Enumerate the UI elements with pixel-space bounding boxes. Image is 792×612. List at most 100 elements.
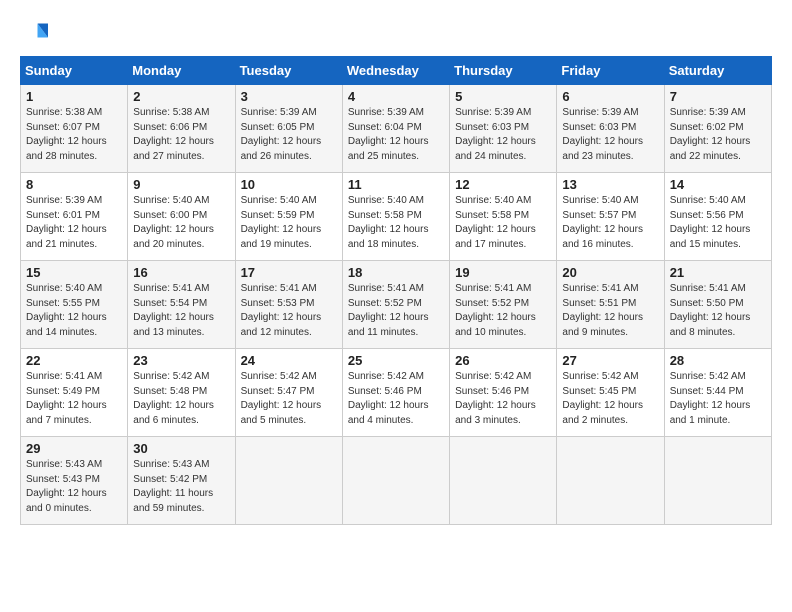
col-monday: Monday	[128, 57, 235, 85]
table-row: 9 Sunrise: 5:40 AM Sunset: 6:00 PM Daylig…	[128, 173, 235, 261]
cell-content: Sunrise: 5:42 AM Sunset: 5:45 PM Dayligh…	[562, 370, 658, 428]
table-row	[664, 437, 771, 525]
table-row	[235, 437, 342, 525]
cell-content: Sunrise: 5:40 AM Sunset: 5:58 PM Dayligh…	[348, 194, 444, 252]
day-number: 10	[241, 177, 337, 192]
cell-content: Sunrise: 5:42 AM Sunset: 5:47 PM Dayligh…	[241, 370, 337, 428]
table-row: 20Sunrise: 5:41 AM Sunset: 5:51 PM Dayli…	[557, 261, 664, 349]
table-row	[450, 437, 557, 525]
table-row: 27Sunrise: 5:42 AM Sunset: 5:45 PM Dayli…	[557, 349, 664, 437]
cell-content: Sunrise: 5:42 AM Sunset: 5:44 PM Dayligh…	[670, 370, 766, 428]
day-number: 24	[241, 353, 337, 368]
table-row: 12Sunrise: 5:40 AM Sunset: 5:58 PM Dayli…	[450, 173, 557, 261]
cell-content: Sunrise: 5:41 AM Sunset: 5:53 PM Dayligh…	[241, 282, 337, 340]
cell-content: Sunrise: 5:40 AM Sunset: 5:57 PM Dayligh…	[562, 194, 658, 252]
table-row: 21 Sunrise: 5:41 AM Sunset: 5:50 PM Dayli…	[664, 261, 771, 349]
col-thursday: Thursday	[450, 57, 557, 85]
day-number: 22	[26, 353, 122, 368]
table-row: 4Sunrise: 5:39 AM Sunset: 6:04 PM Daylig…	[342, 85, 449, 173]
table-row	[557, 437, 664, 525]
calendar-table: Sunday Monday Tuesday Wednesday Thursday…	[20, 56, 772, 525]
table-row: 11 Sunrise: 5:40 AM Sunset: 5:58 PM Dayli…	[342, 173, 449, 261]
cell-content: Sunrise: 5:43 AM Sunset: 5:43 PM Dayligh…	[26, 458, 122, 516]
table-row: 22 Sunrise: 5:41 AM Sunset: 5:49 PM Dayli…	[21, 349, 128, 437]
calendar-week-row: 29 Sunrise: 5:43 AM Sunset: 5:43 PM Dayli…	[21, 437, 772, 525]
cell-content: Sunrise: 5:39 AM Sunset: 6:05 PM Dayligh…	[241, 106, 337, 164]
day-number: 15	[26, 265, 122, 280]
day-number: 12	[455, 177, 551, 192]
table-row: 29 Sunrise: 5:43 AM Sunset: 5:43 PM Dayli…	[21, 437, 128, 525]
cell-content: Sunrise: 5:43 AM Sunset: 5:42 PM Dayligh…	[133, 458, 229, 516]
day-number: 1	[26, 89, 122, 104]
cell-content: Sunrise: 5:41 AM Sunset: 5:49 PM Dayligh…	[26, 370, 122, 428]
cell-content: Sunrise: 5:41 AM Sunset: 5:52 PM Dayligh…	[348, 282, 444, 340]
cell-content: Sunrise: 5:42 AM Sunset: 5:46 PM Dayligh…	[455, 370, 551, 428]
day-number: 19	[455, 265, 551, 280]
col-sunday: Sunday	[21, 57, 128, 85]
cell-content: Sunrise: 5:40 AM Sunset: 5:59 PM Dayligh…	[241, 194, 337, 252]
day-number: 16	[133, 265, 229, 280]
table-row: 17Sunrise: 5:41 AM Sunset: 5:53 PM Dayli…	[235, 261, 342, 349]
cell-content: Sunrise: 5:42 AM Sunset: 5:46 PM Dayligh…	[348, 370, 444, 428]
table-row: 6 Sunrise: 5:39 AM Sunset: 6:03 PM Daylig…	[557, 85, 664, 173]
day-number: 6	[562, 89, 658, 104]
day-number: 18	[348, 265, 444, 280]
cell-content: Sunrise: 5:41 AM Sunset: 5:52 PM Dayligh…	[455, 282, 551, 340]
table-row	[342, 437, 449, 525]
table-row: 8 Sunrise: 5:39 AM Sunset: 6:01 PM Daylig…	[21, 173, 128, 261]
table-row: 26 Sunrise: 5:42 AM Sunset: 5:46 PM Dayli…	[450, 349, 557, 437]
table-row: 1 Sunrise: 5:38 AM Sunset: 6:07 PM Daylig…	[21, 85, 128, 173]
day-number: 11	[348, 177, 444, 192]
calendar-header-row: Sunday Monday Tuesday Wednesday Thursday…	[21, 57, 772, 85]
day-number: 2	[133, 89, 229, 104]
table-row: 13 Sunrise: 5:40 AM Sunset: 5:57 PM Dayli…	[557, 173, 664, 261]
day-number: 23	[133, 353, 229, 368]
day-number: 8	[26, 177, 122, 192]
table-row: 3 Sunrise: 5:39 AM Sunset: 6:05 PM Daylig…	[235, 85, 342, 173]
cell-content: Sunrise: 5:38 AM Sunset: 6:07 PM Dayligh…	[26, 106, 122, 164]
cell-content: Sunrise: 5:40 AM Sunset: 6:00 PM Dayligh…	[133, 194, 229, 252]
table-row: 7 Sunrise: 5:39 AM Sunset: 6:02 PM Daylig…	[664, 85, 771, 173]
cell-content: Sunrise: 5:41 AM Sunset: 5:50 PM Dayligh…	[670, 282, 766, 340]
calendar-week-row: 1 Sunrise: 5:38 AM Sunset: 6:07 PM Daylig…	[21, 85, 772, 173]
page-header	[20, 20, 772, 48]
cell-content: Sunrise: 5:39 AM Sunset: 6:03 PM Dayligh…	[455, 106, 551, 164]
col-friday: Friday	[557, 57, 664, 85]
day-number: 28	[670, 353, 766, 368]
day-number: 3	[241, 89, 337, 104]
logo	[20, 20, 52, 48]
day-number: 30	[133, 441, 229, 456]
day-number: 21	[670, 265, 766, 280]
table-row: 30 Sunrise: 5:43 AM Sunset: 5:42 PM Dayli…	[128, 437, 235, 525]
day-number: 20	[562, 265, 658, 280]
day-number: 7	[670, 89, 766, 104]
day-number: 5	[455, 89, 551, 104]
table-row: 14Sunrise: 5:40 AM Sunset: 5:56 PM Dayli…	[664, 173, 771, 261]
logo-icon	[20, 20, 48, 48]
cell-content: Sunrise: 5:39 AM Sunset: 6:03 PM Dayligh…	[562, 106, 658, 164]
table-row: 28 Sunrise: 5:42 AM Sunset: 5:44 PM Dayli…	[664, 349, 771, 437]
table-row: 15 Sunrise: 5:40 AM Sunset: 5:55 PM Dayli…	[21, 261, 128, 349]
day-number: 14	[670, 177, 766, 192]
col-tuesday: Tuesday	[235, 57, 342, 85]
day-number: 29	[26, 441, 122, 456]
day-number: 4	[348, 89, 444, 104]
calendar-week-row: 22 Sunrise: 5:41 AM Sunset: 5:49 PM Dayli…	[21, 349, 772, 437]
table-row: 10 Sunrise: 5:40 AM Sunset: 5:59 PM Dayli…	[235, 173, 342, 261]
cell-content: Sunrise: 5:38 AM Sunset: 6:06 PM Dayligh…	[133, 106, 229, 164]
table-row: 5 Sunrise: 5:39 AM Sunset: 6:03 PM Daylig…	[450, 85, 557, 173]
cell-content: Sunrise: 5:40 AM Sunset: 5:55 PM Dayligh…	[26, 282, 122, 340]
cell-content: Sunrise: 5:41 AM Sunset: 5:54 PM Dayligh…	[133, 282, 229, 340]
cell-content: Sunrise: 5:39 AM Sunset: 6:01 PM Dayligh…	[26, 194, 122, 252]
col-saturday: Saturday	[664, 57, 771, 85]
cell-content: Sunrise: 5:39 AM Sunset: 6:02 PM Dayligh…	[670, 106, 766, 164]
day-number: 26	[455, 353, 551, 368]
table-row: 2 Sunrise: 5:38 AM Sunset: 6:06 PM Daylig…	[128, 85, 235, 173]
table-row: 16 Sunrise: 5:41 AM Sunset: 5:54 PM Dayli…	[128, 261, 235, 349]
cell-content: Sunrise: 5:42 AM Sunset: 5:48 PM Dayligh…	[133, 370, 229, 428]
calendar-week-row: 8 Sunrise: 5:39 AM Sunset: 6:01 PM Daylig…	[21, 173, 772, 261]
col-wednesday: Wednesday	[342, 57, 449, 85]
day-number: 9	[133, 177, 229, 192]
day-number: 13	[562, 177, 658, 192]
table-row: 18 Sunrise: 5:41 AM Sunset: 5:52 PM Dayli…	[342, 261, 449, 349]
